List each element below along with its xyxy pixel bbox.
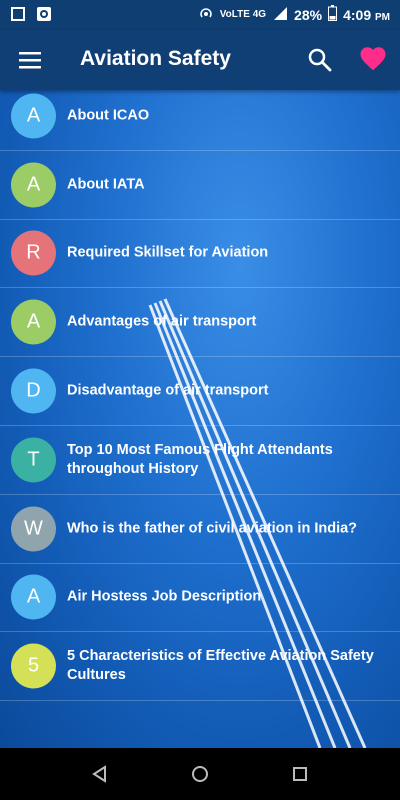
letter-avatar: A	[11, 162, 56, 208]
list-item-label: 5 Characteristics of Effective Aviation …	[67, 648, 374, 684]
letter-avatar: W	[11, 506, 56, 552]
list-item-label: Required Skillset for Aviation	[67, 244, 269, 261]
hotspot-icon	[198, 5, 214, 24]
search-icon[interactable]	[306, 46, 334, 74]
home-circle-icon[interactable]	[188, 762, 212, 786]
network-label: VoLTE 4G	[219, 9, 267, 20]
list-item[interactable]: A Advantages of air transport	[0, 288, 400, 358]
list-item-label: About ICAO	[67, 107, 150, 124]
list-item[interactable]: D Disadvantage of air transport	[0, 357, 400, 426]
letter-avatar: A	[11, 574, 56, 620]
list-item[interactable]: R Required Skillset for Aviation	[0, 220, 400, 289]
camera-notification-icon	[36, 6, 52, 25]
list-item[interactable]: T Top 10 Most Famous Flight Attendants th…	[0, 426, 400, 495]
status-bar: VoLTE 4G 28% 4:09 PM	[0, 0, 400, 30]
page-title: Aviation Safety	[80, 47, 231, 70]
system-nav-bar	[0, 748, 400, 800]
app-bar: Aviation Safety	[0, 30, 400, 90]
list-item-label: Air Hostess Job Description	[67, 588, 262, 605]
battery-percent: 28%	[294, 6, 323, 23]
hamburger-menu-icon[interactable]	[18, 48, 42, 72]
clock-time: 4:09	[343, 6, 372, 23]
recents-square-icon[interactable]	[288, 762, 312, 786]
list-item[interactable]: 5 5 Characteristics of Effective Aviation…	[0, 632, 400, 702]
letter-avatar: R	[11, 230, 56, 276]
battery-icon	[328, 5, 338, 24]
list-item[interactable]: A Air Hostess Job Description	[0, 564, 400, 633]
heart-icon[interactable]	[358, 44, 388, 74]
back-triangle-icon[interactable]	[88, 762, 112, 786]
letter-avatar: A	[11, 93, 56, 139]
list-item-label: Top 10 Most Famous Flight Attendants thr…	[67, 441, 333, 477]
letter-avatar: A	[11, 299, 56, 345]
letter-avatar: T	[11, 437, 56, 483]
list-item-label: About IATA	[67, 176, 145, 193]
clock: 4:09 PM	[343, 7, 390, 23]
list-item-label: Who is the father of civil aviation in I…	[67, 520, 358, 537]
list-item-label: Advantages of air transport	[67, 313, 257, 330]
notification-square-icon	[10, 6, 26, 25]
list-item[interactable]: W Who is the father of civil aviation in …	[0, 495, 400, 564]
list-item-label: Disadvantage of air transport	[67, 382, 269, 399]
clock-ampm: PM	[375, 11, 390, 23]
letter-avatar: D	[11, 368, 56, 414]
list-item[interactable]: A About ICAO	[0, 82, 400, 151]
signal-icon	[272, 5, 288, 24]
list-item[interactable]: A About IATA	[0, 151, 400, 220]
topic-list: A About ICAO A About IATA R Required Skillset…	[0, 82, 400, 702]
letter-avatar: 5	[11, 643, 56, 689]
